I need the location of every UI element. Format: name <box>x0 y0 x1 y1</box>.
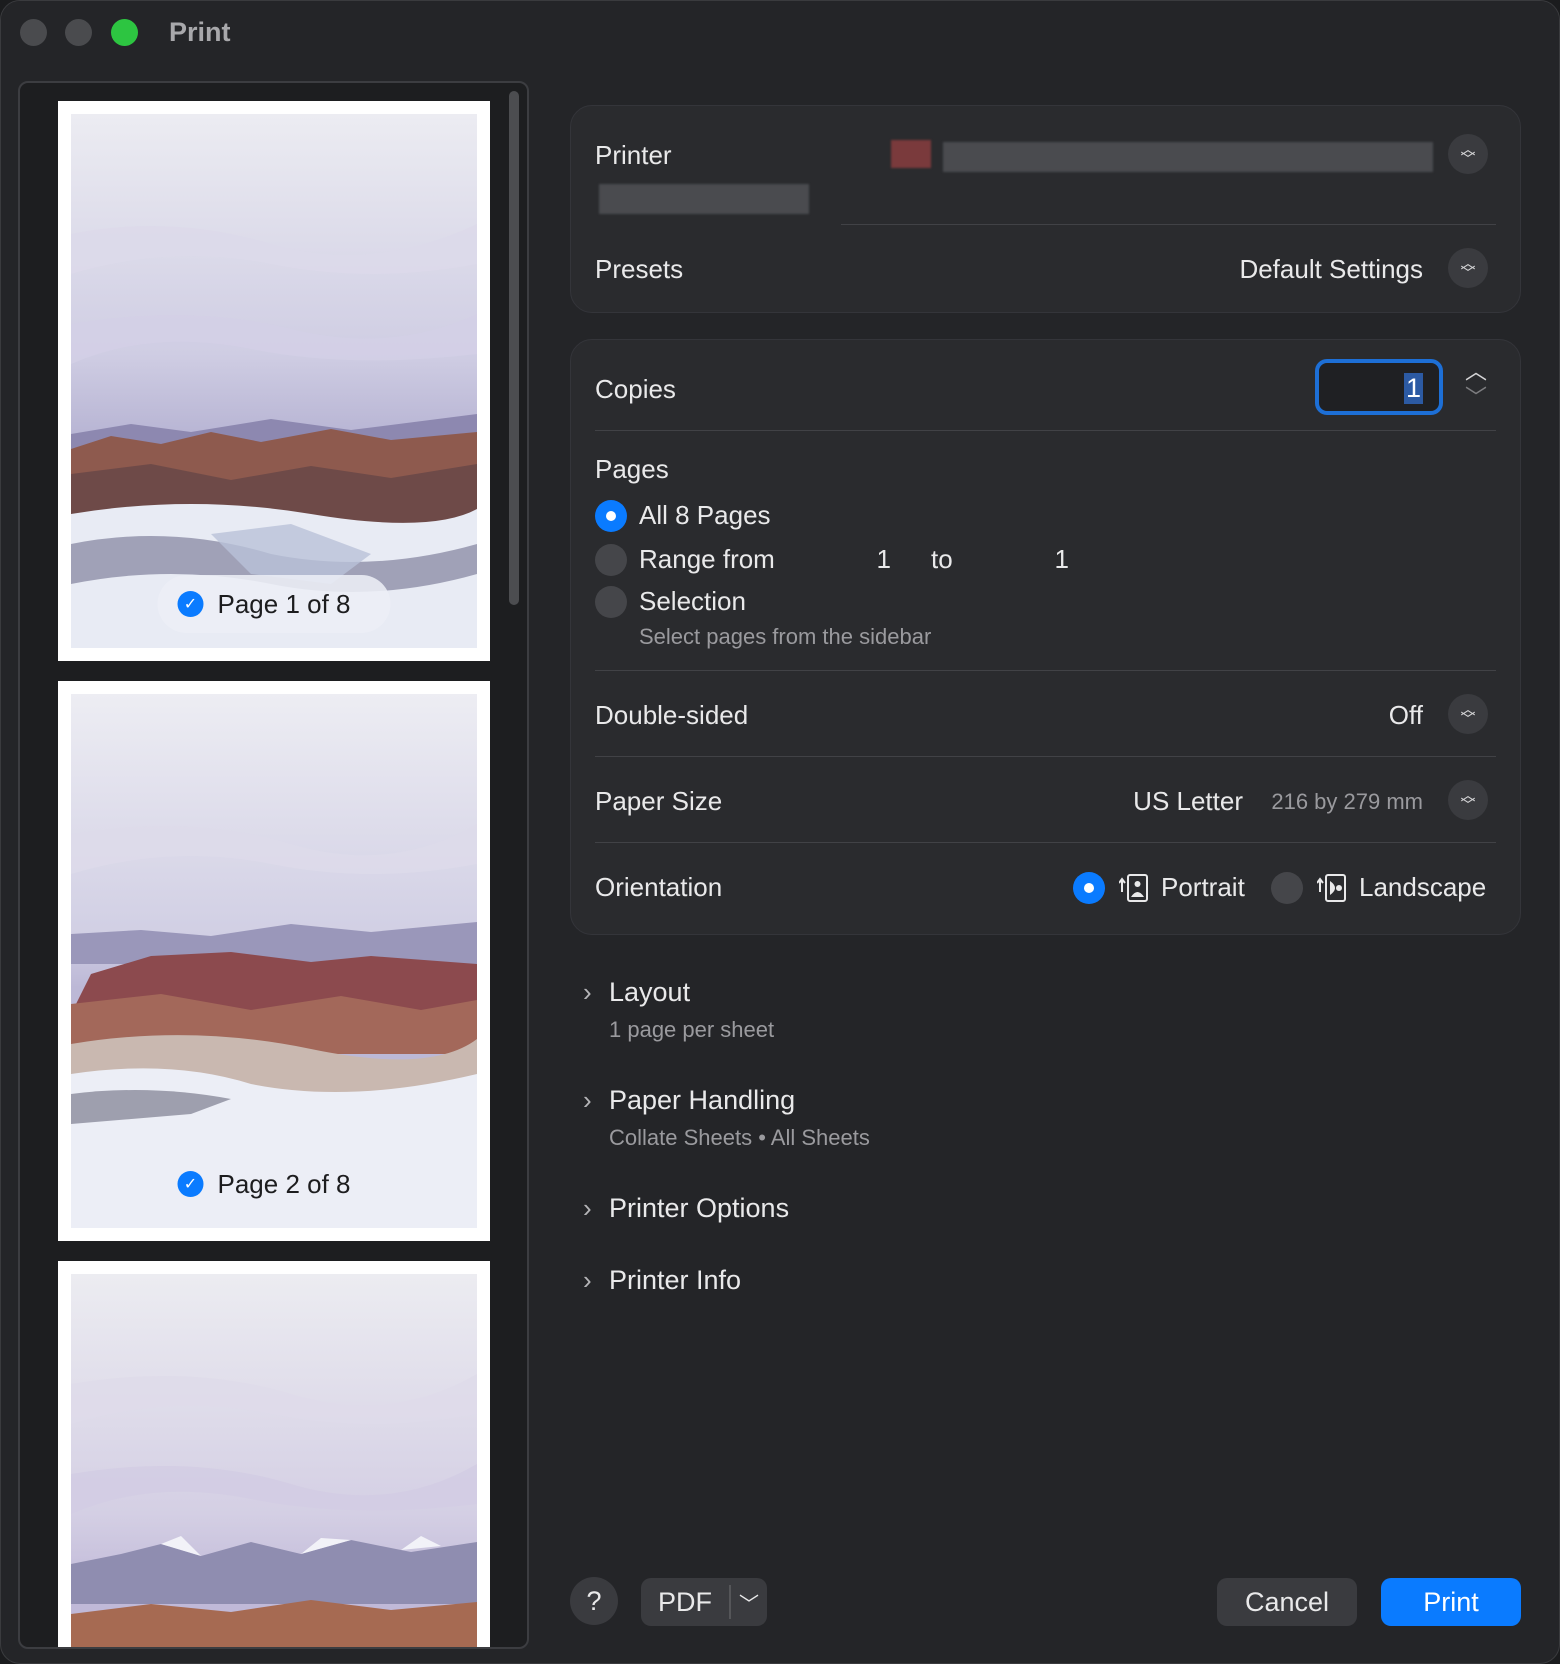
copies-input[interactable]: 1 <box>1315 359 1443 415</box>
printer-card: Printer ︿ ﹀ Presets Default Settings ︿ ﹀ <box>570 105 1521 313</box>
range-start-field[interactable]: 1 <box>861 544 891 575</box>
pdf-menu-button[interactable]: PDF ﹀ <box>641 1578 767 1626</box>
printer-info-section-title[interactable]: Printer Info <box>609 1265 741 1296</box>
printer-info-chevron-right-icon[interactable]: › <box>583 1265 592 1296</box>
presets-popup-chevrons-icon[interactable]: ︿ ﹀ <box>1448 248 1488 288</box>
printer-label: Printer <box>595 140 672 170</box>
landscape-radio[interactable] <box>1271 872 1303 904</box>
pdf-label[interactable]: PDF <box>641 1585 731 1619</box>
chevron-down-icon[interactable]: ﹀ <box>731 1588 767 1617</box>
divider <box>595 670 1496 671</box>
portrait-icon <box>1119 874 1148 902</box>
paper-size-value[interactable]: US Letter <box>1133 786 1243 817</box>
page-preview-image <box>71 694 477 1228</box>
divider <box>841 224 1496 225</box>
paper-size-dimensions: 216 by 279 mm <box>1271 789 1423 814</box>
copies-stepper[interactable]: ︿ ﹀ <box>1461 359 1491 415</box>
page-preview-image <box>71 114 477 648</box>
range-end-field[interactable]: 1 <box>1039 544 1069 575</box>
page-preview-sidebar[interactable]: ✓ Page 1 of 8 ✓ Page 2 of 8 <box>18 81 529 1649</box>
divider <box>595 430 1496 431</box>
page-label: Page 2 of 8 <box>217 1168 351 1199</box>
page-thumbnail-1[interactable]: ✓ Page 1 of 8 <box>58 101 490 661</box>
layout-summary: 1 page per sheet <box>609 1017 775 1042</box>
range-to-label: to <box>931 544 953 574</box>
range-radio[interactable] <box>595 544 627 576</box>
copies-label: Copies <box>595 374 676 404</box>
layout-section-title[interactable]: Layout <box>609 977 690 1008</box>
divider <box>595 842 1496 843</box>
print-button[interactable]: Print <box>1381 1578 1521 1626</box>
presets-label: Presets <box>595 254 684 284</box>
paper-size-chevrons-icon[interactable]: ︿ ﹀ <box>1448 780 1488 820</box>
zoom-window-button[interactable] <box>111 19 138 46</box>
printer-options-section-title[interactable]: Printer Options <box>609 1193 789 1224</box>
page-label-badge: ✓ Page 2 of 8 <box>157 1155 391 1213</box>
selection-label: Selection <box>639 586 746 616</box>
page-label: Page 1 of 8 <box>217 588 351 619</box>
chevron-down-icon[interactable]: ﹀ <box>1461 385 1491 411</box>
cancel-button[interactable]: Cancel <box>1217 1578 1357 1626</box>
printer-options-chevron-right-icon[interactable]: › <box>583 1193 592 1224</box>
divider <box>595 756 1496 757</box>
print-dialog: Print ✓ Page 1 of 8 ✓ Page 2 of 8 Printe… <box>0 0 1560 1664</box>
double-sided-value[interactable]: Off <box>1389 700 1423 731</box>
layout-chevron-right-icon[interactable]: › <box>583 977 592 1008</box>
paper-handling-section-title[interactable]: Paper Handling <box>609 1085 795 1116</box>
printer-select-redacted[interactable] <box>943 142 1433 172</box>
orientation-label: Orientation <box>595 872 723 902</box>
page-thumbnail-2[interactable]: ✓ Page 2 of 8 <box>58 681 490 1241</box>
help-button[interactable]: ? <box>570 1577 618 1625</box>
close-window-button[interactable] <box>20 19 47 46</box>
copies-value: 1 <box>1403 373 1423 404</box>
checkmark-icon[interactable]: ✓ <box>177 591 204 617</box>
page-thumbnail-3[interactable] <box>58 1261 490 1647</box>
portrait-label: Portrait <box>1161 872 1245 902</box>
presets-value[interactable]: Default Settings <box>1239 254 1423 285</box>
page-label-badge: ✓ Page 1 of 8 <box>157 575 391 633</box>
all-pages-radio[interactable] <box>595 500 627 532</box>
portrait-radio[interactable] <box>1073 872 1105 904</box>
printer-name-redacted <box>599 184 809 214</box>
range-from-label: Range from <box>639 544 775 574</box>
minimize-window-button[interactable] <box>65 19 92 46</box>
double-sided-chevrons-icon[interactable]: ︿ ﹀ <box>1448 694 1488 734</box>
sidebar-scrollbar[interactable] <box>509 91 519 605</box>
selection-hint: Select pages from the sidebar <box>639 624 932 649</box>
paper-handling-summary: Collate Sheets • All Sheets <box>609 1125 870 1150</box>
paper-size-label: Paper Size <box>595 786 723 816</box>
printer-icon-redacted <box>891 140 931 168</box>
page-preview-image <box>71 1274 477 1647</box>
selection-radio[interactable] <box>595 586 627 618</box>
double-sided-label: Double-sided <box>595 700 749 730</box>
title-bar: Print <box>1 1 1559 65</box>
all-pages-label: All 8 Pages <box>639 500 771 530</box>
checkmark-icon[interactable]: ✓ <box>177 1171 204 1197</box>
pages-label: Pages <box>595 454 669 484</box>
settings-card: Copies Pages All 8 Pages Range from 1 to… <box>570 339 1521 935</box>
paper-handling-chevron-right-icon[interactable]: › <box>583 1085 592 1116</box>
window-title: Print <box>169 17 231 47</box>
landscape-icon <box>1317 874 1346 902</box>
landscape-label: Landscape <box>1359 872 1487 902</box>
printer-popup-chevrons-icon[interactable]: ︿ ﹀ <box>1448 134 1488 174</box>
chevron-up-icon[interactable]: ︿ <box>1461 359 1491 385</box>
